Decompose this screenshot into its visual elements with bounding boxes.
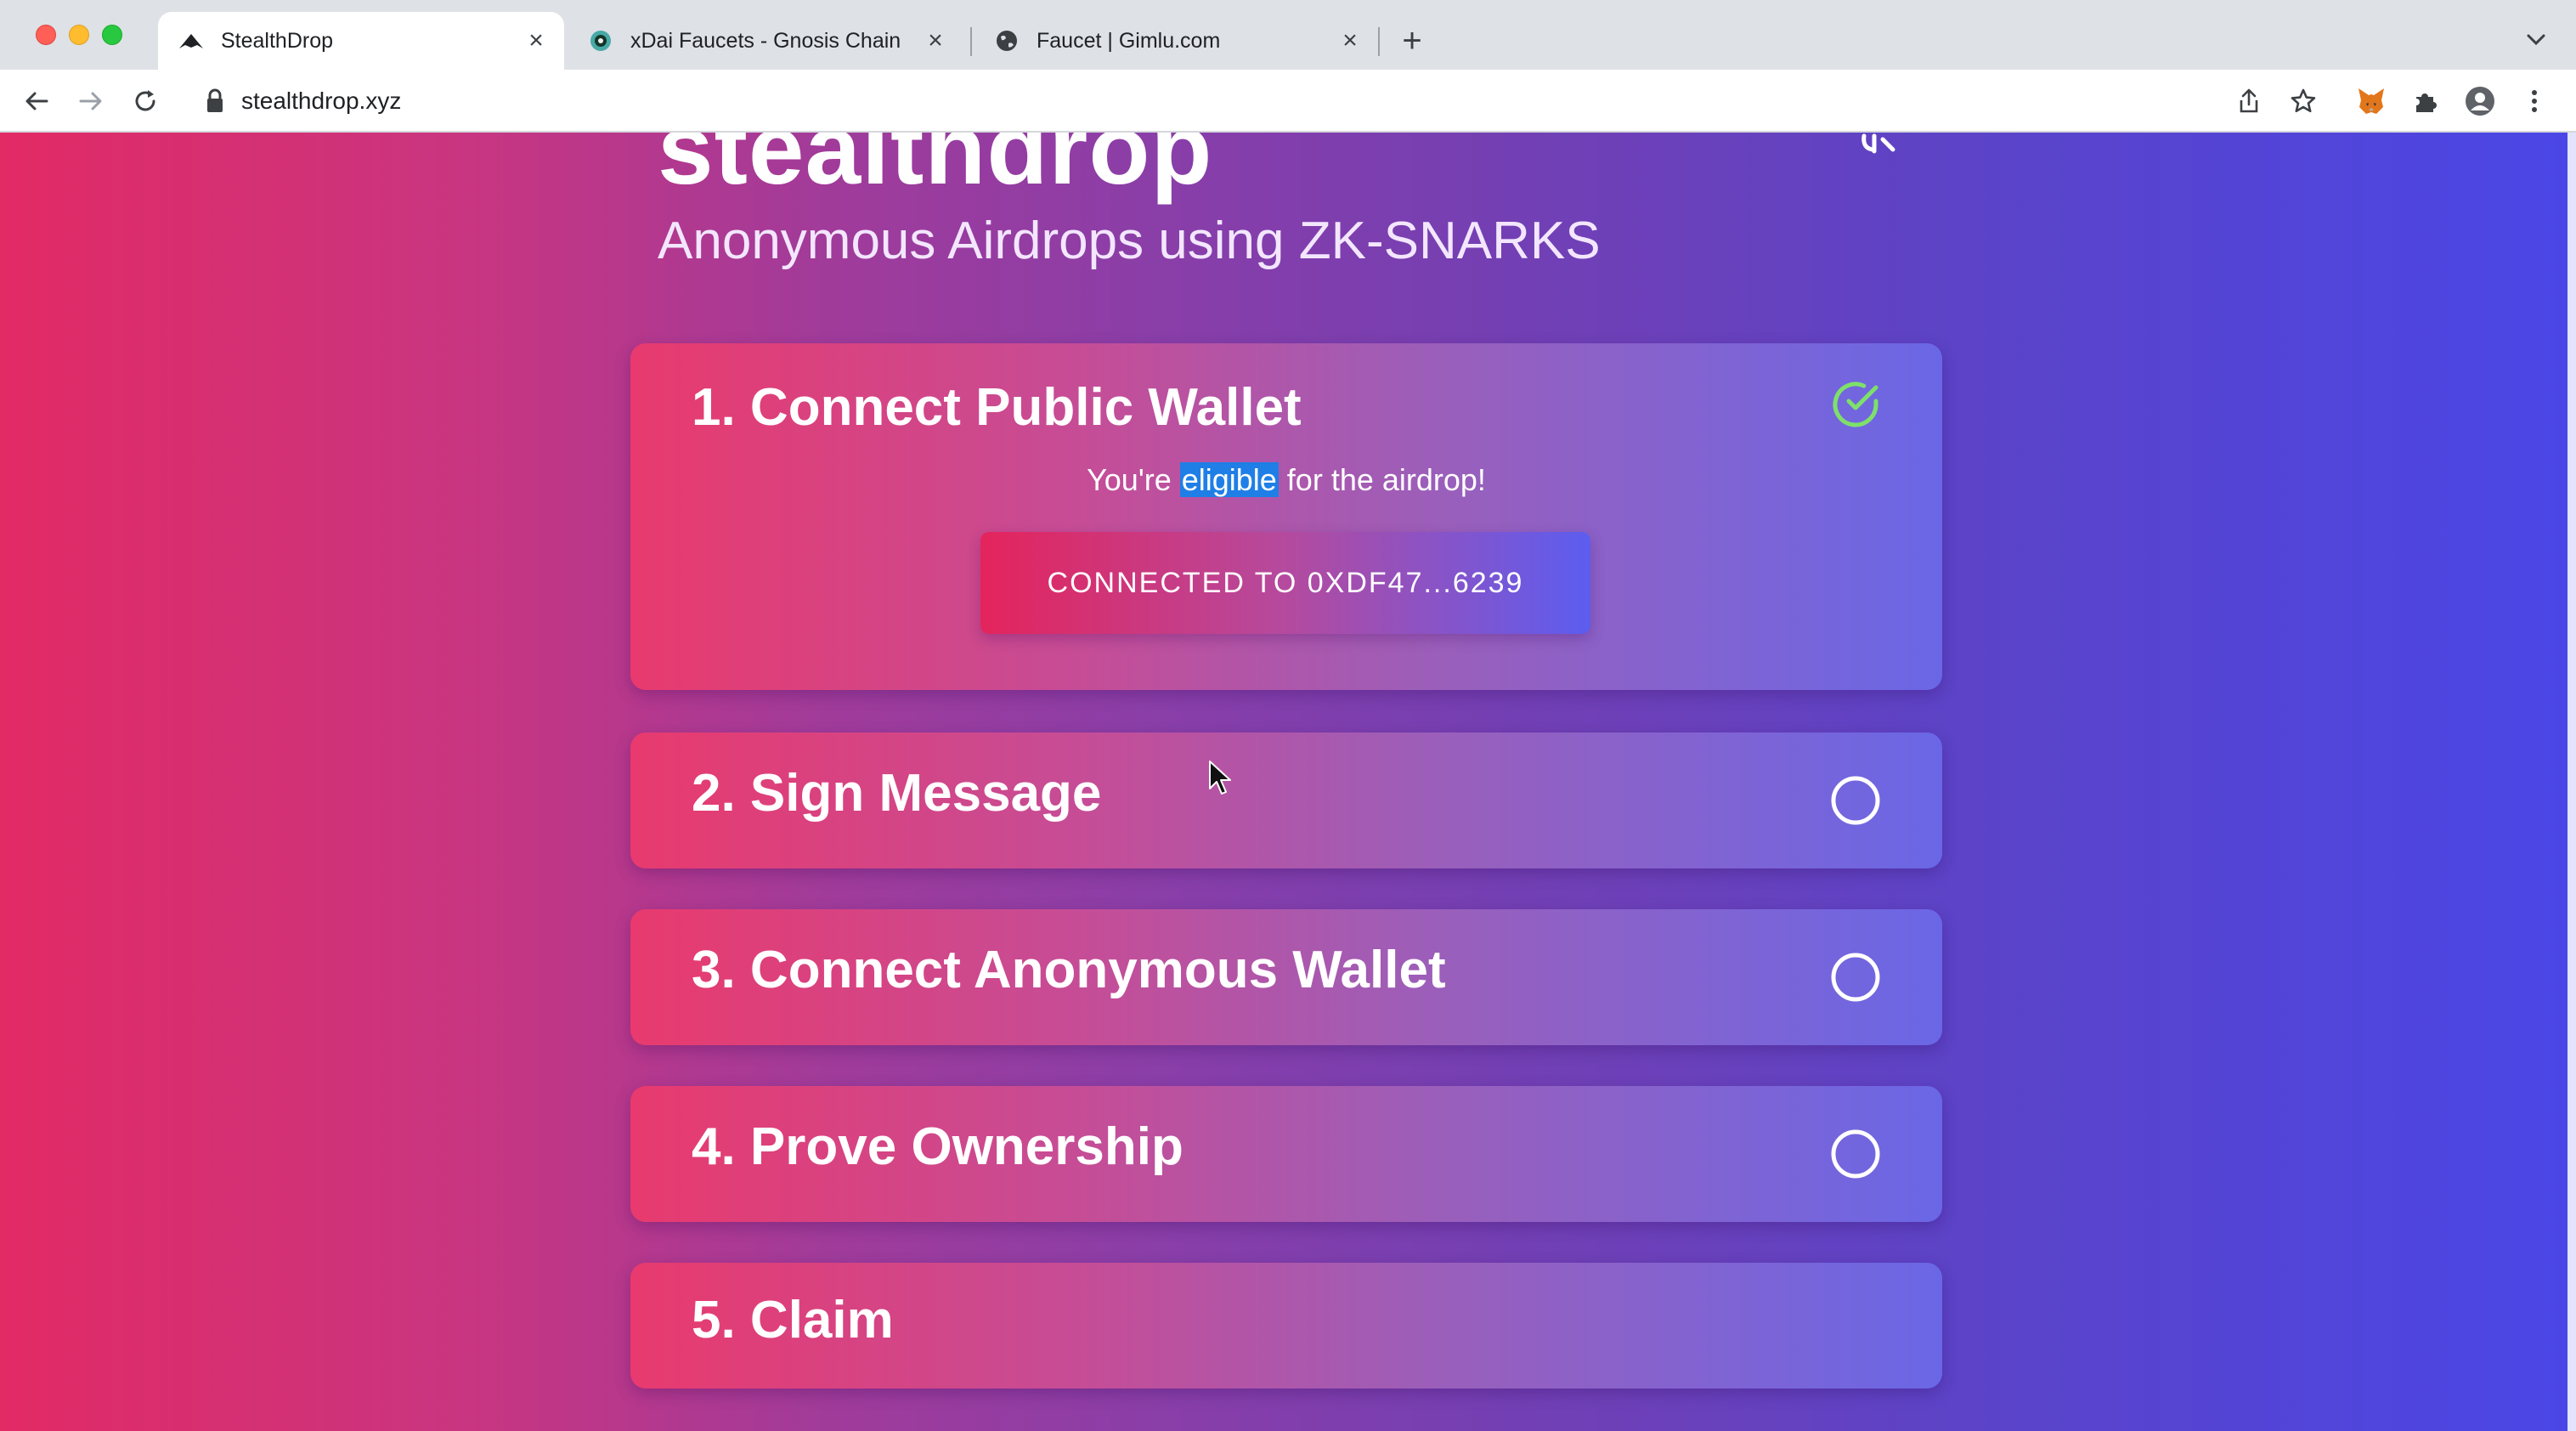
step-title: 4. Prove Ownership [692,1117,1183,1176]
bookmark-star-icon[interactable] [2287,85,2319,117]
back-button[interactable] [20,85,53,117]
step-title: 5. Claim [692,1291,894,1349]
tab-title: StealthDrop [221,28,334,53]
share-icon[interactable] [2233,85,2265,117]
tab-close-icon[interactable]: × [523,26,549,54]
tab-separator [1378,27,1380,56]
tab-stealthdrop[interactable]: StealthDrop × [158,12,564,70]
back-arrow-icon [25,92,48,110]
forward-button[interactable] [75,85,107,117]
stealth-favicon-icon [178,28,204,54]
check-circle-icon [1828,377,1883,432]
empty-circle-icon [1828,1127,1883,1181]
step-card-sign-message[interactable]: 2. Sign Message [630,732,1942,868]
tab-search-chevron-icon[interactable] [2522,25,2551,54]
window-close-button[interactable] [36,25,56,45]
browser-toolbar: stealthdrop.xyz [0,70,2576,133]
tab-separator [970,27,972,56]
eligibility-prefix: You're [1087,462,1180,497]
page-scrollbar-edge [2568,133,2576,1431]
step-card-connect-public-wallet: 1. Connect Public Wallet You're eligible… [630,343,1942,690]
step-card-connect-anonymous-wallet[interactable]: 3. Connect Anonymous Wallet [630,909,1942,1045]
step-card-claim[interactable]: 5. Claim [630,1263,1942,1389]
page-subtitle: Anonymous Airdrops using ZK-SNARKS [658,212,1601,270]
browser-tab-strip: StealthDrop × xDai Faucets - Gnosis Chai… [0,0,2576,70]
profile-avatar-icon[interactable] [2464,85,2496,117]
forward-arrow-icon [79,92,102,110]
metamask-fox-icon[interactable] [2355,85,2387,117]
eligibility-highlight: eligible [1179,462,1279,497]
step-title: 1. Connect Public Wallet [692,378,1302,437]
lock-icon[interactable] [202,87,228,116]
step-card-prove-ownership[interactable]: 4. Prove Ownership [630,1086,1942,1222]
eligibility-suffix: for the airdrop! [1278,462,1486,497]
new-tab-button[interactable]: + [1395,24,1429,58]
browser-menu-kebab-icon[interactable] [2518,85,2551,117]
tab-close-icon[interactable]: × [923,26,948,54]
globe-favicon-icon [994,28,1020,54]
page-title: stealthdrop [658,133,1213,206]
gnosis-favicon-icon [588,28,613,54]
step-title: 2. Sign Message [692,764,1102,823]
reload-button[interactable] [129,85,161,117]
reload-icon [135,90,155,111]
eligibility-message: You're eligible for the airdrop! [630,462,1942,498]
tab-title: xDai Faucets - Gnosis Chain [630,28,901,53]
window-minimize-button[interactable] [69,25,89,45]
step-title: 3. Connect Anonymous Wallet [692,941,1446,999]
empty-circle-icon [1828,950,1883,1004]
tab-xdai-faucets[interactable]: xDai Faucets - Gnosis Chain × [568,12,963,70]
tab-title: Faucet | Gimlu.com [1037,28,1221,53]
stealthdrop-page: stealthdrop Anonymous Airdrops using ZK-… [0,133,2576,1431]
empty-circle-icon [1828,773,1883,828]
address-bar-url[interactable]: stealthdrop.xyz [241,85,401,117]
tab-close-icon[interactable]: × [1337,26,1363,54]
window-maximize-button[interactable] [102,25,122,45]
header-decoration-icon [1859,133,1901,155]
tab-faucet-gimlu[interactable]: Faucet | Gimlu.com × [974,12,1378,70]
mouse-cursor-icon [1208,760,1232,797]
connected-wallet-button[interactable]: CONNECTED TO 0XDF47...6239 [980,532,1590,634]
extensions-puzzle-icon[interactable] [2409,85,2442,117]
